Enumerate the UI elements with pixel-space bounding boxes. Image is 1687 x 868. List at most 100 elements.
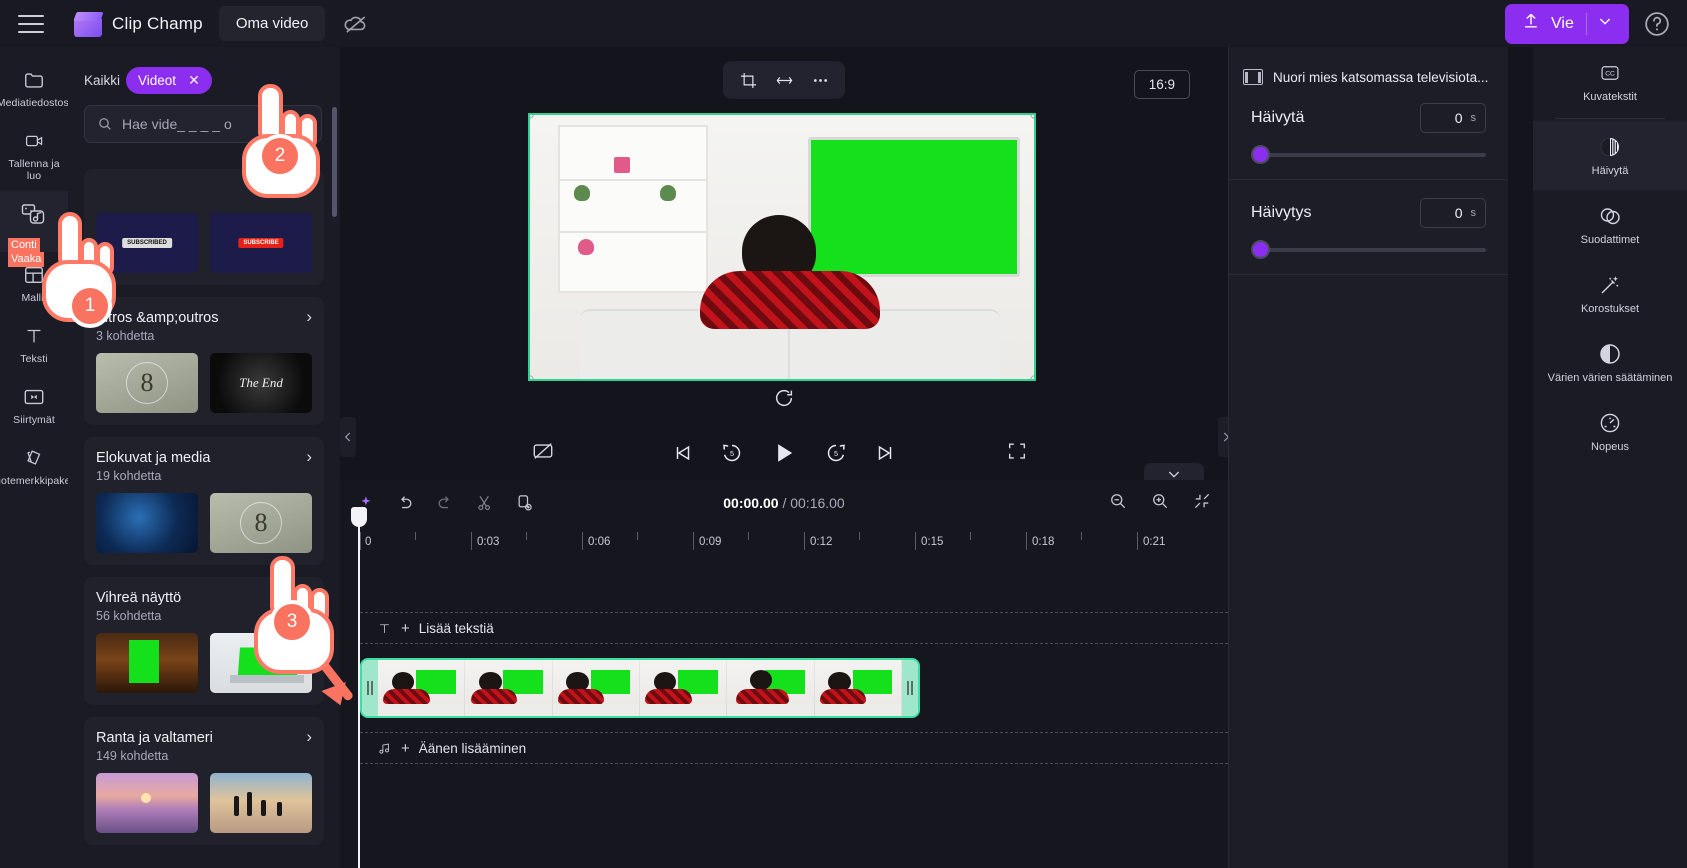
help-circle-icon[interactable] <box>1643 10 1671 38</box>
chevron-right-icon[interactable]: › <box>306 728 312 745</box>
color-adjust-icon <box>1598 342 1622 366</box>
category-title: Elokuvat ja media <box>96 450 211 466</box>
sidebar-item-media[interactable]: Mediatiedostosi <box>0 57 72 118</box>
countdown-thumbnail[interactable]: 8 <box>96 353 198 413</box>
the-end-thumbnail[interactable]: The End <box>210 353 312 413</box>
right-rail-item-filters[interactable]: Suodattimet <box>1533 190 1687 259</box>
fullscreen-icon[interactable] <box>1006 440 1028 467</box>
sidebar-item-record[interactable]: Tallenna ja luo <box>0 118 68 191</box>
fade-in-slider[interactable] <box>1251 145 1486 164</box>
category-card-intros[interactable]: Intros &amp;outros 3 kohdetta › 8 The En… <box>84 297 324 425</box>
person-watching-tv <box>700 215 880 329</box>
skip-to-end-icon[interactable] <box>874 442 896 464</box>
aspect-ratio-button[interactable]: 16:9 <box>1133 70 1190 99</box>
subscribe-thumbnail[interactable]: SUBSCRIBE <box>210 213 312 273</box>
rewind-5-icon[interactable]: 5 <box>720 441 744 465</box>
tooltip-vaaka: Vaaka <box>8 252 45 267</box>
brand-name: Clip Champ <box>112 13 203 33</box>
sunset-beach-thumbnail[interactable] <box>96 773 198 833</box>
step-badge-3: 3 <box>270 600 314 644</box>
preview-video[interactable] <box>528 113 1036 381</box>
split-scissors-icon[interactable] <box>475 493 495 513</box>
panel-scrollbar[interactable] <box>332 107 337 217</box>
playhead[interactable] <box>351 507 367 868</box>
zoom-out-icon[interactable] <box>1108 491 1128 516</box>
top-bar-right: Vie <box>1505 3 1687 44</box>
redo-icon[interactable] <box>435 493 455 513</box>
filter-all-label: Kaikki <box>84 72 121 88</box>
video-clip[interactable] <box>360 658 920 718</box>
audio-track[interactable]: + Äänen lisääminen <box>360 732 1228 764</box>
crop-icon[interactable] <box>733 66 763 94</box>
clip-frame <box>814 660 902 716</box>
videot-filter-chip[interactable]: Videot ✕ <box>126 66 212 94</box>
right-rail-item-speed[interactable]: Nopeus <box>1533 397 1687 466</box>
clip-trim-right[interactable] <box>902 660 918 716</box>
skip-to-start-icon[interactable] <box>672 442 694 464</box>
time-display: 00:00.00 / 00:16.00 <box>723 495 844 511</box>
chevron-right-icon[interactable]: › <box>306 308 312 325</box>
fade-out-label: Häivytys <box>1251 204 1312 221</box>
captions-off-icon[interactable] <box>530 440 556 467</box>
text-track[interactable]: + Lisää tekstiä <box>360 612 1228 644</box>
slider-knob[interactable] <box>1251 145 1270 164</box>
cloud-offline-icon[interactable] <box>343 11 369 37</box>
hamburger-icon[interactable] <box>18 14 44 33</box>
svg-text:5: 5 <box>730 449 734 458</box>
timeline-ruler[interactable]: 0 0:03 0:06 0:09 0:12 0:15 0:18 0:21 <box>360 526 1228 558</box>
play-icon[interactable] <box>770 439 798 467</box>
clipchamp-editor: Clip Champ Oma video Vie Mediatiedostosi… <box>0 0 1687 868</box>
fade-out-slider[interactable] <box>1251 240 1486 259</box>
slider-knob[interactable] <box>1251 240 1270 259</box>
forward-5-icon[interactable]: 5 <box>824 441 848 465</box>
sidebar-item-label: Mediatiedostosi <box>0 97 72 109</box>
right-rail-item-fade[interactable]: Häivytä <box>1533 121 1687 190</box>
right-rail-label: Kuvatekstit <box>1583 91 1637 103</box>
sidebar-item-text[interactable]: Teksti <box>0 313 68 374</box>
duplicate-icon[interactable] <box>515 493 535 513</box>
countdown-thumbnail[interactable]: 8 <box>210 493 312 553</box>
sidebar-item-label: Mallit <box>21 292 47 304</box>
clip-trim-left[interactable] <box>362 660 378 716</box>
sidebar-item-brandkit[interactable]: Tuotemerkkipaketti <box>0 435 79 496</box>
category-card-beach[interactable]: Ranta ja valtameri 149 kohdetta › <box>84 717 324 845</box>
zoom-in-icon[interactable] <box>1150 491 1170 516</box>
project-name-field[interactable]: Oma video <box>218 6 326 41</box>
add-text-plus: + <box>401 619 410 637</box>
undo-icon[interactable] <box>395 493 415 513</box>
top-partial-card[interactable]: SUBSCRIBED SUBSCRIBE <box>84 169 324 285</box>
fade-in-label: Häivytä <box>1251 109 1305 126</box>
close-icon[interactable]: ✕ <box>188 73 200 87</box>
ruler-label: 0:09 <box>699 536 722 548</box>
tooltip-conti: Conti <box>8 238 40 253</box>
right-rail-item-captions[interactable]: CC Kuvatekstit <box>1533 47 1687 116</box>
rotate-icon[interactable] <box>773 387 795 409</box>
closed-caption-icon: CC <box>1598 61 1622 85</box>
space-network-thumbnail[interactable] <box>96 493 198 553</box>
category-card-movies[interactable]: Elokuvat ja media 19 kohdetta › 8 <box>84 437 324 565</box>
clip-frame <box>639 660 728 716</box>
chevron-right-icon[interactable]: › <box>306 448 312 465</box>
family-beach-thumbnail[interactable] <box>210 773 312 833</box>
sidebar-item-transitions[interactable]: Siirtymät <box>0 374 68 435</box>
right-rail-item-adjustments[interactable]: Korostukset <box>1533 259 1687 328</box>
chevron-right-icon[interactable]: › <box>306 588 312 605</box>
chevron-down-icon[interactable] <box>1587 13 1623 34</box>
filter-row: Kaikki Videot ✕ <box>68 47 340 94</box>
search-placeholder: Hae vide_ _ _ _ o <box>122 116 232 132</box>
more-options-icon[interactable] <box>805 66 835 94</box>
flip-horizontal-icon[interactable] <box>769 66 799 94</box>
add-text-label: Lisää tekstiä <box>418 620 494 636</box>
fade-out-input[interactable]: 0 s <box>1420 198 1486 228</box>
resize-handle-br[interactable] <box>1030 375 1034 379</box>
filter-chip-label: Videot <box>138 72 177 88</box>
green-billboard-city-thumbnail[interactable] <box>96 633 198 693</box>
fit-to-screen-icon[interactable] <box>1192 491 1212 516</box>
export-button[interactable]: Vie <box>1505 3 1629 44</box>
timeline-tools-right <box>1108 491 1212 516</box>
subscribed-thumbnail[interactable]: SUBSCRIBED <box>96 213 198 273</box>
panel-collapse-left[interactable] <box>340 417 356 457</box>
brand-kit-icon <box>21 446 47 470</box>
fade-in-input[interactable]: 0 s <box>1420 103 1486 133</box>
right-rail-item-color[interactable]: Värien värien säätäminen <box>1533 328 1687 397</box>
